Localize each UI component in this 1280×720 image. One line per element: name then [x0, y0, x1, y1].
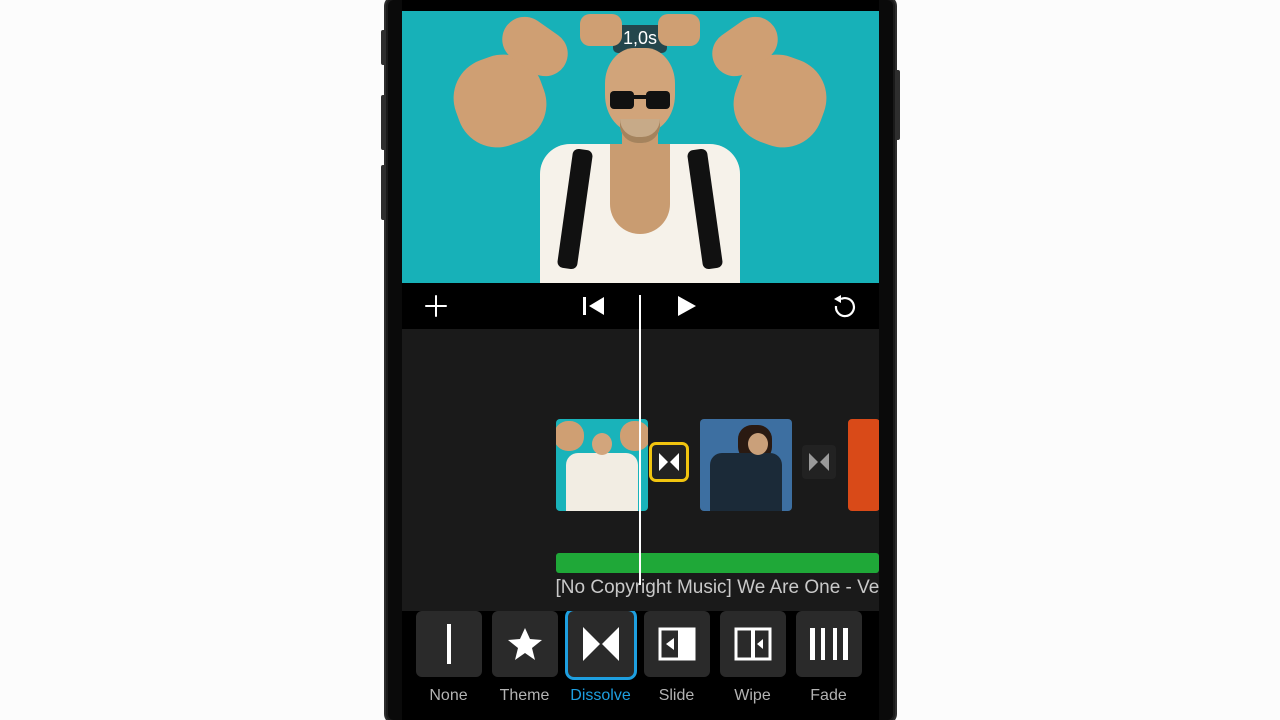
timeline-clip[interactable]	[700, 419, 792, 511]
star-icon	[507, 627, 543, 661]
prev-frame-button[interactable]	[576, 288, 612, 324]
timeline-clip[interactable]	[848, 419, 879, 511]
plus-icon	[423, 293, 449, 319]
dissolve-icon	[808, 452, 830, 472]
transition-option-label: Wipe	[720, 687, 786, 705]
transition-option-dissolve[interactable]: Dissolve	[568, 611, 634, 705]
skip-start-icon	[582, 295, 606, 317]
transition-marker-selected[interactable]	[652, 445, 686, 479]
wipe-icon	[734, 625, 772, 663]
phone-frame: 1,0s	[388, 0, 893, 720]
audio-track-label: [No Copyright Music] We Are One - Ve	[556, 577, 879, 599]
transition-option-none[interactable]: None	[416, 611, 482, 705]
playback-bar	[402, 283, 879, 329]
dissolve-icon	[581, 625, 621, 663]
transition-option-label: Theme	[492, 687, 558, 705]
slide-icon	[658, 625, 696, 663]
undo-button[interactable]	[827, 288, 863, 324]
playhead-line[interactable]	[639, 295, 641, 585]
none-icon	[445, 624, 453, 664]
play-icon	[673, 293, 699, 319]
transition-option-theme[interactable]: Theme	[492, 611, 558, 705]
timeline-clip[interactable]	[556, 419, 648, 511]
video-preview[interactable]: 1,0s	[402, 11, 879, 283]
transition-option-wipe[interactable]: Wipe	[720, 611, 786, 705]
transition-option-label: Fade	[796, 687, 862, 705]
transition-option-label: Slide	[644, 687, 710, 705]
transition-option-label: Dissolve	[568, 687, 634, 705]
transition-marker[interactable]	[802, 445, 836, 479]
audio-track[interactable]	[556, 553, 879, 573]
play-button[interactable]	[668, 288, 704, 324]
hw-volume-up	[381, 95, 386, 150]
transition-option-label: None	[416, 687, 482, 705]
undo-icon	[831, 294, 859, 318]
add-media-button[interactable]	[418, 288, 454, 324]
transition-picker: None Theme Dissolve Slide Wipe Fade	[402, 611, 879, 705]
hw-volume-down	[381, 165, 386, 220]
transition-option-fade[interactable]: Fade	[796, 611, 862, 705]
transition-option-slide[interactable]: Slide	[644, 611, 710, 705]
app-screen: 1,0s	[402, 0, 879, 720]
dissolve-icon	[658, 452, 680, 472]
hw-power-button	[895, 70, 900, 140]
fade-icon	[807, 625, 851, 663]
hw-silent-switch	[381, 30, 386, 65]
